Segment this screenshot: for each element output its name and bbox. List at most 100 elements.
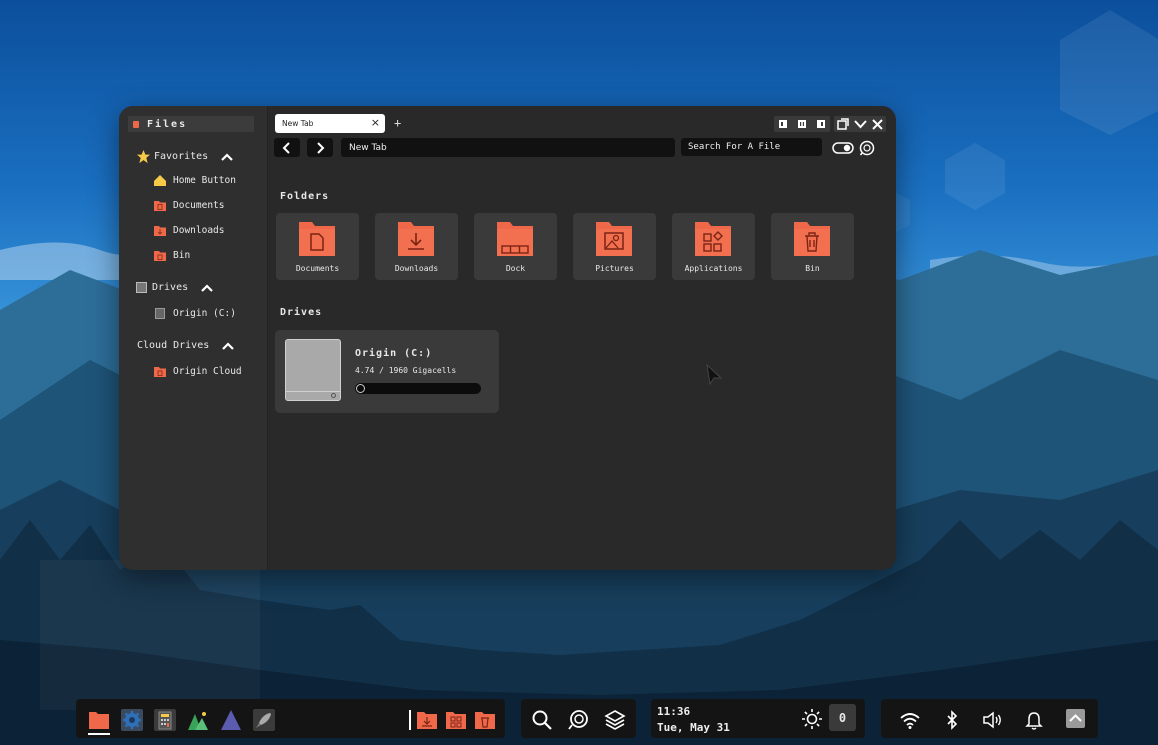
mouse-pointer-icon [706, 364, 723, 386]
show-more-button[interactable] [1066, 709, 1085, 728]
back-button[interactable] [274, 138, 300, 157]
calculator-icon[interactable] [154, 709, 176, 731]
launcher-icon[interactable] [253, 709, 275, 731]
drive-group-icon [136, 282, 147, 293]
sidebar-item-documents[interactable]: Documents [152, 199, 224, 212]
mountain-icon[interactable] [220, 709, 242, 731]
path-bar[interactable]: New Tab [341, 138, 675, 157]
close-icon[interactable] [872, 118, 884, 130]
sidebar: Files Favorites Home Button Documents Do… [119, 106, 268, 570]
star-icon [136, 149, 151, 164]
sidebar-item-downloads[interactable]: Downloads [152, 224, 224, 237]
layers-icon[interactable] [604, 709, 626, 731]
folder-icon [152, 224, 167, 237]
favorites-group[interactable]: Favorites [136, 149, 234, 164]
clock[interactable]: 11:36 Tue, May 31 [657, 704, 730, 736]
window-controls [834, 116, 886, 132]
folder-card-dock[interactable]: Dock [474, 213, 557, 280]
sidebar-item-label: Origin Cloud [173, 366, 242, 377]
apps-folder-icon [695, 222, 731, 256]
sidebar-title: Files [128, 116, 254, 132]
favorites-label: Favorites [154, 151, 209, 162]
notification-count-badge[interactable]: 0 [829, 704, 856, 731]
assistant-icon[interactable] [859, 140, 875, 156]
volume-icon[interactable] [981, 709, 1003, 731]
layout-controls [774, 116, 830, 132]
layout-left-icon[interactable] [778, 119, 788, 129]
folder-card-documents[interactable]: Documents [276, 213, 359, 280]
sun-icon[interactable] [801, 708, 823, 730]
cloud-drives-group[interactable]: Cloud Drives [136, 340, 235, 351]
bin-folder-icon[interactable] [474, 709, 496, 731]
download-folder-icon [398, 222, 434, 256]
wifi-icon[interactable] [899, 709, 921, 731]
tab-close-icon[interactable]: × [371, 117, 380, 129]
settings-icon[interactable] [121, 709, 143, 731]
chevron-left-icon [282, 141, 290, 154]
hard-drive-icon [285, 339, 341, 401]
folder-icon [152, 199, 167, 212]
home-icon [152, 174, 167, 187]
chevron-up-icon[interactable] [221, 341, 235, 351]
chevron-up-icon[interactable] [200, 283, 214, 293]
layout-split-icon[interactable] [797, 119, 807, 129]
sidebar-item-label: Downloads [173, 225, 225, 236]
picture-folder-icon [596, 222, 632, 256]
minimize-chevron-icon[interactable] [854, 119, 867, 129]
download-folder-icon[interactable] [416, 709, 438, 731]
bluetooth-icon[interactable] [941, 709, 963, 731]
bell-icon[interactable] [1023, 709, 1045, 731]
system-tray [881, 699, 1098, 738]
drive-icon [152, 307, 167, 320]
taskbar-apps [76, 699, 505, 738]
document-folder-icon [299, 222, 335, 256]
drives-group[interactable]: Drives [136, 282, 214, 293]
files-app-icon [133, 120, 139, 128]
view-toggle[interactable] [832, 142, 854, 154]
search-input[interactable]: Search For A File [681, 138, 822, 156]
layout-right-icon[interactable] [816, 119, 826, 129]
folder-label: Bin [805, 264, 820, 273]
folder-card-pictures[interactable]: Pictures [573, 213, 656, 280]
drive-name: Origin (C:) [355, 348, 433, 359]
gallery-icon[interactable] [187, 709, 209, 731]
dock-folder-icon [497, 222, 533, 256]
folders-heading: Folders [280, 191, 330, 202]
sidebar-item-home[interactable]: Home Button [152, 174, 236, 187]
folder-card-applications[interactable]: Applications [672, 213, 755, 280]
drives-label: Drives [152, 282, 189, 293]
search-placeholder: Search For A File [688, 142, 781, 152]
sidebar-item-label: Home Button [173, 175, 236, 186]
sidebar-item-bin[interactable]: Bin [152, 249, 190, 262]
drives-heading: Drives [280, 307, 323, 318]
apps-folder-icon[interactable] [445, 709, 467, 731]
assistant-icon[interactable] [567, 709, 589, 731]
sidebar-item-label: Origin (C:) [173, 308, 236, 319]
folder-label: Dock [505, 264, 526, 273]
taskbar-divider [409, 710, 411, 730]
tab-new-tab[interactable]: New Tab × [275, 114, 385, 133]
date-text: Tue, May 31 [657, 721, 730, 734]
cloud-drives-label: Cloud Drives [137, 340, 210, 351]
files-icon[interactable] [88, 709, 110, 731]
folder-label: Downloads [394, 264, 439, 273]
cloud-folder-icon [152, 365, 167, 378]
drive-card-origin[interactable]: Origin (C:) 4.74 / 1960 Gigacells [275, 330, 499, 413]
folder-icon [152, 249, 167, 262]
sidebar-item-label: Bin [173, 250, 191, 261]
new-tab-button[interactable]: + [394, 116, 401, 130]
restore-icon[interactable] [836, 118, 849, 130]
sidebar-item-origin-cloud[interactable]: Origin Cloud [152, 365, 242, 378]
chevron-up-icon[interactable] [220, 152, 234, 162]
forward-button[interactable] [307, 138, 333, 157]
folder-card-bin[interactable]: Bin [771, 213, 854, 280]
sidebar-item-origin-drive[interactable]: Origin (C:) [152, 307, 236, 320]
folder-card-downloads[interactable]: Downloads [375, 213, 458, 280]
drive-capacity: 4.74 / 1960 Gigacells [355, 366, 457, 375]
folder-label: Applications [684, 264, 743, 273]
search-icon[interactable] [531, 709, 553, 731]
chevron-up-icon [1069, 714, 1082, 722]
drive-usage-fill [356, 384, 365, 393]
sidebar-item-label: Documents [173, 200, 225, 211]
time-text: 11:36 [657, 705, 691, 718]
